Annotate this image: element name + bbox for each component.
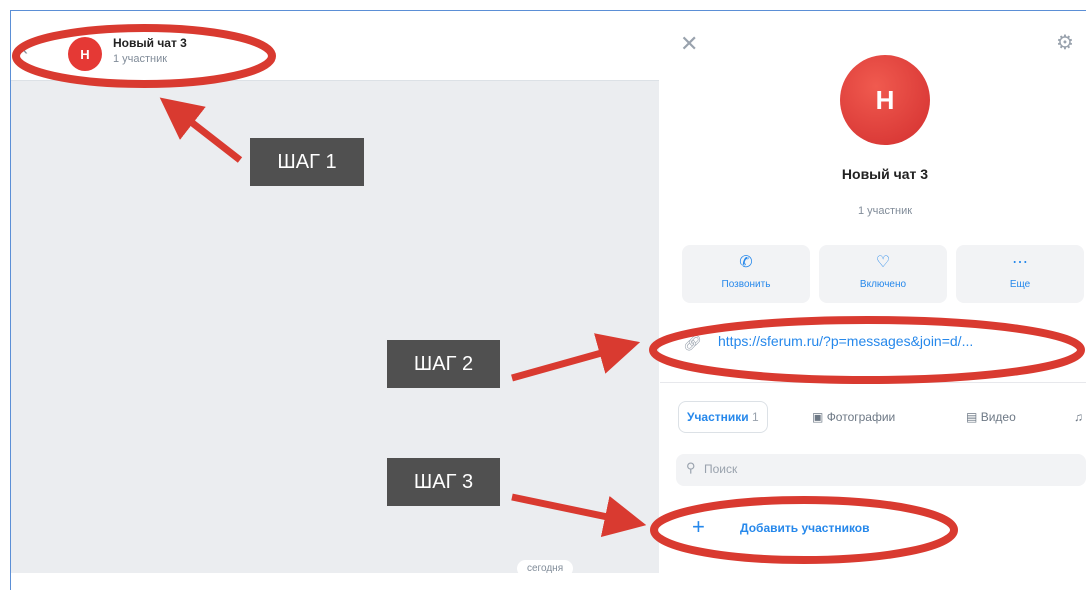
chat-header[interactable] xyxy=(11,11,659,81)
step1-label: ШАГ 1 xyxy=(250,138,364,186)
chat-avatar[interactable]: Н xyxy=(68,37,102,71)
chat-member-count: 1 участник xyxy=(113,53,168,65)
chat-title[interactable]: Новый чат 3 xyxy=(113,36,187,50)
call-button[interactable]: ✆ Позвонить xyxy=(682,245,810,303)
member-search-input[interactable] xyxy=(676,454,1086,486)
add-members-button[interactable]: Добавить участников xyxy=(740,521,870,535)
photo-icon: ▣ xyxy=(812,410,824,424)
phone-icon: ✆ xyxy=(739,254,753,271)
link-icon: 🔗︎ xyxy=(683,335,703,352)
notifications-button[interactable]: ♡ Включено xyxy=(819,245,947,303)
step2-label: ШАГ 2 xyxy=(387,340,500,388)
gear-icon[interactable]: ⚙ xyxy=(1056,33,1074,53)
tab-videos-label: Видео xyxy=(980,410,1016,424)
panel-member-count: 1 участник xyxy=(857,205,913,217)
search-placeholder: Поиск xyxy=(704,462,738,476)
date-chip: сегодня xyxy=(517,560,574,577)
close-icon[interactable]: ✕ xyxy=(680,33,698,55)
chevron-left-icon[interactable]: ‹ xyxy=(22,40,28,58)
plus-icon[interactable]: + xyxy=(692,516,705,538)
more-button-label: Еще xyxy=(1009,279,1031,290)
tab-members[interactable]: Участники 1 xyxy=(678,401,768,433)
panel-avatar[interactable]: Н xyxy=(840,55,930,145)
more-button[interactable]: ⋯ Еще xyxy=(956,245,1084,303)
bell-icon: ♡ xyxy=(875,254,891,271)
call-button-label: Позвонить xyxy=(721,279,771,290)
tab-members-label: Участники xyxy=(687,410,749,424)
notifications-button-label: Включено xyxy=(859,279,907,290)
invite-link[interactable]: https://sferum.ru/?p=messages&join=d/... xyxy=(718,333,973,349)
music-icon[interactable]: ♫ xyxy=(1074,401,1083,433)
tab-members-count: 1 xyxy=(752,410,759,424)
video-icon: ▤ xyxy=(966,410,978,424)
more-icon: ⋯ xyxy=(1012,254,1028,271)
divider xyxy=(660,382,1086,383)
tab-photos-label: Фотографии xyxy=(826,410,896,424)
tab-videos[interactable]: ▤ Видео xyxy=(966,401,1016,433)
panel-title: Новый чат 3 xyxy=(841,166,929,182)
step3-label: ШАГ 3 xyxy=(387,458,500,506)
chat-messages-area xyxy=(11,11,659,573)
tab-photos[interactable]: ▣ Фотографии xyxy=(812,401,895,433)
search-icon: ⚲ xyxy=(686,460,696,475)
